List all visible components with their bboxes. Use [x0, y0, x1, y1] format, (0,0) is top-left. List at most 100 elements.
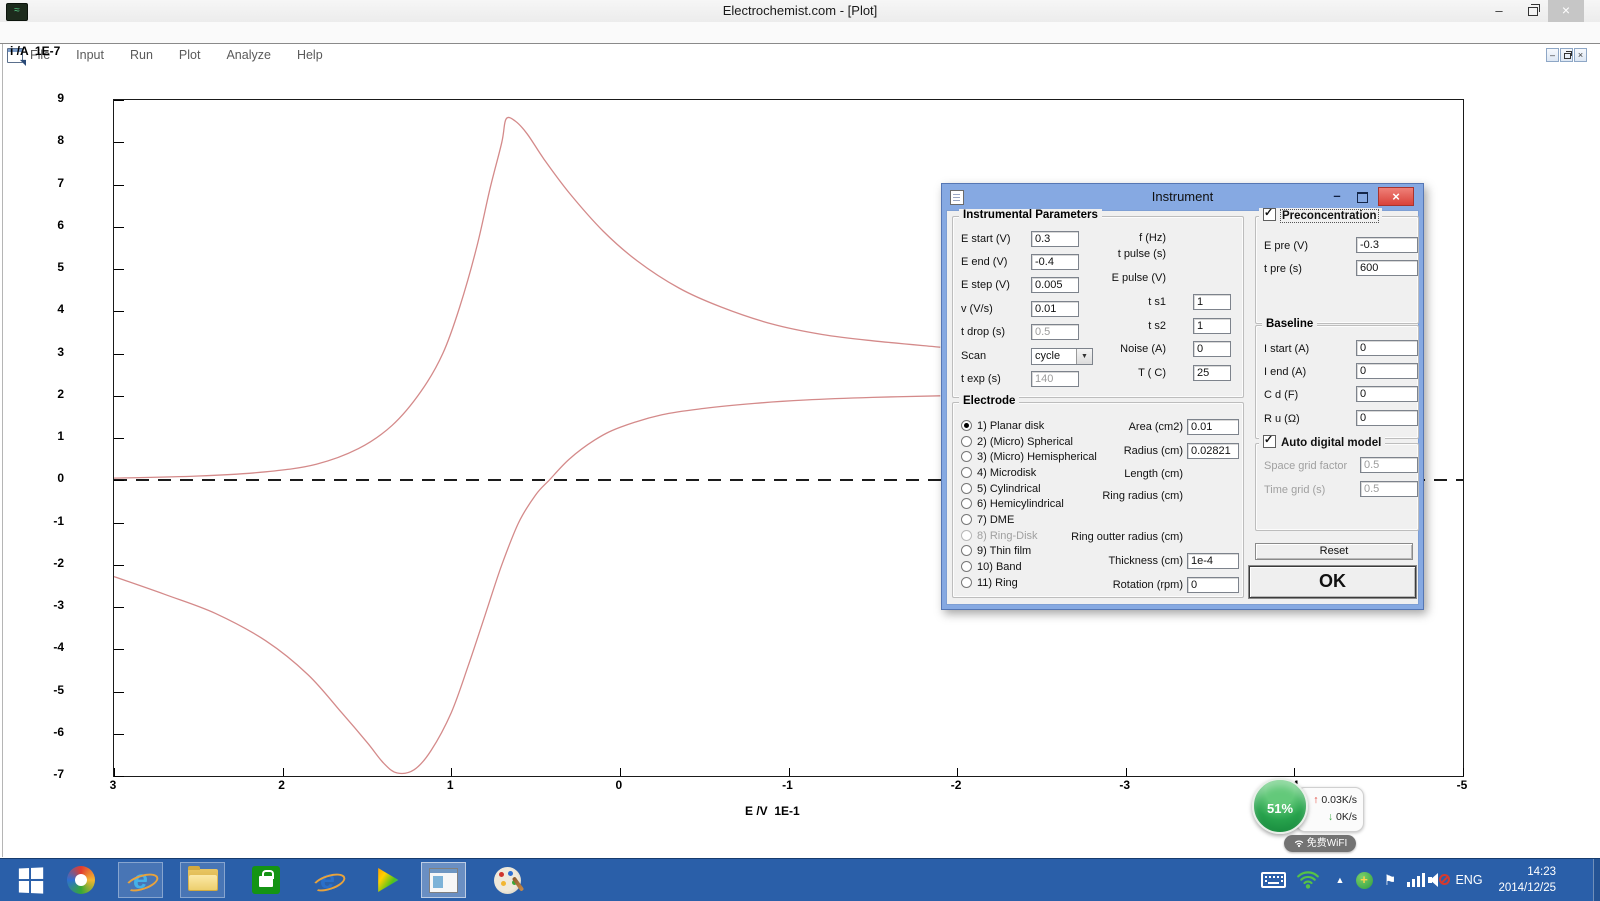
x-tick: [620, 768, 621, 776]
download-speed: 0K/s: [1336, 811, 1357, 823]
wifi-icon: [1293, 838, 1305, 848]
plot-app-window-icon: [429, 868, 458, 893]
label-R u (Ω): R u (Ω): [1264, 413, 1300, 425]
radio-electrode-2[interactable]: [961, 436, 972, 447]
show-desktop-button[interactable]: [1593, 859, 1600, 901]
taskbar-item-file-explorer[interactable]: [180, 862, 225, 898]
x-tick: [1463, 768, 1464, 776]
window-minimize-button[interactable]: –: [1484, 0, 1514, 22]
label-t s2: t s2: [1048, 320, 1166, 332]
mdi-restore-button[interactable]: [1560, 48, 1573, 62]
free-wifi-tag[interactable]: 免费WiFI: [1284, 835, 1356, 852]
auto-digital-checkbox[interactable]: [1263, 435, 1276, 448]
label-Area (cm2): Area (cm2): [993, 421, 1183, 433]
reset-button[interactable]: Reset: [1255, 543, 1413, 560]
input-C d (F)[interactable]: 0: [1356, 386, 1418, 402]
x-tick: [1294, 768, 1295, 776]
tray-volume[interactable]: [1424, 859, 1454, 901]
dialog-minimize-button[interactable]: –: [1326, 187, 1348, 206]
x-tick-label: 3: [96, 778, 130, 792]
input-t s2[interactable]: 1: [1193, 318, 1231, 334]
label-t drop (s): t drop (s): [961, 326, 1005, 338]
electrode-option-label: 7) DME: [977, 514, 1014, 526]
menu-item-run[interactable]: Run: [128, 48, 155, 65]
input-Area (cm2)[interactable]: 0.01: [1187, 419, 1239, 435]
taskbar-item-paint[interactable]: [485, 862, 530, 898]
y-tick-label: 1: [26, 429, 64, 443]
menu-item-analyze[interactable]: Analyze: [224, 48, 272, 65]
tray-touch-keyboard[interactable]: [1256, 859, 1290, 901]
dialog-maximize-button[interactable]: [1351, 187, 1373, 206]
input-Time grid (s)[interactable]: 0.5: [1360, 481, 1418, 497]
radio-electrode-9[interactable]: [961, 545, 972, 556]
y-tick: [114, 523, 124, 524]
net-speed-ball[interactable]: 51%: [1252, 778, 1308, 834]
tray-clock[interactable]: 14:232014/12/25: [1476, 864, 1556, 896]
input-E pre (V)[interactable]: -0.3: [1356, 237, 1418, 253]
taskbar-item-browser-swirl[interactable]: [58, 862, 103, 898]
windows-store-icon: [252, 866, 280, 894]
radio-electrode-7[interactable]: [961, 514, 972, 525]
y-tick-label: 6: [26, 218, 64, 232]
y-tick: [114, 185, 124, 186]
label-t pulse (s): t pulse (s): [1048, 248, 1166, 260]
menu-bar: FileInputRunPlotAnalyzeHelp – ×: [0, 22, 1600, 43]
x-tick: [789, 768, 790, 776]
y-tick-label: 8: [26, 133, 64, 147]
taskbar-item-plot-app[interactable]: [421, 862, 466, 898]
taskbar-item-windows-store[interactable]: [243, 862, 288, 898]
tray-hidden-icons[interactable]: ▲: [1330, 859, 1350, 901]
menu-item-plot[interactable]: Plot: [177, 48, 203, 65]
radio-electrode-6[interactable]: [961, 498, 972, 509]
input-R u (Ω)[interactable]: 0: [1356, 410, 1418, 426]
dialog-close-button[interactable]: ×: [1378, 187, 1414, 206]
menu-item-help[interactable]: Help: [295, 48, 325, 65]
input-I end (A)[interactable]: 0: [1356, 363, 1418, 379]
dialog-titlebar[interactable]: Instrument – ×: [942, 184, 1423, 210]
group-instrumental-parameters: Instrumental Parameters E start (V)0.3E …: [952, 216, 1244, 398]
taskbar-item-tencent-video[interactable]: [364, 862, 409, 898]
ok-button[interactable]: OK: [1249, 566, 1416, 598]
tray-wifi[interactable]: [1292, 859, 1324, 901]
input-Radius (cm)[interactable]: 0.02821: [1187, 443, 1239, 459]
label-Time grid (s): Time grid (s): [1264, 484, 1325, 496]
input-t pre (s)[interactable]: 600: [1356, 260, 1418, 276]
input-t s1[interactable]: 1: [1193, 294, 1231, 310]
input-Rotation (rpm)[interactable]: 0: [1187, 577, 1239, 593]
radio-electrode-10[interactable]: [961, 561, 972, 572]
radio-electrode-8[interactable]: [961, 530, 972, 541]
radio-electrode-5[interactable]: [961, 483, 972, 494]
label-Scan: Scan: [961, 350, 986, 362]
radio-electrode-11[interactable]: [961, 577, 972, 588]
radio-electrode-1[interactable]: [961, 420, 972, 431]
input-T ( C)[interactable]: 25: [1193, 365, 1231, 381]
volume-muted-icon: [1428, 871, 1450, 889]
menu-item-input[interactable]: Input: [74, 48, 106, 65]
tray-action-center[interactable]: ⚑: [1378, 859, 1402, 901]
input-Noise (A)[interactable]: 0: [1193, 341, 1231, 357]
download-arrow-icon: ↓: [1328, 811, 1333, 823]
radio-electrode-4[interactable]: [961, 467, 972, 478]
radio-electrode-3[interactable]: [961, 451, 972, 462]
input-I start (A)[interactable]: 0: [1356, 340, 1418, 356]
mdi-minimize-button[interactable]: –: [1546, 48, 1559, 62]
window-restore-button[interactable]: [1518, 0, 1548, 22]
window-close-button[interactable]: ×: [1548, 0, 1584, 22]
tencent-video-icon: [374, 867, 400, 893]
taskbar-item-internet-explorer[interactable]: e: [118, 862, 163, 898]
taskbar: e e ▲ + ⚑ ENG 14:232014/12/25: [0, 858, 1600, 901]
x-tick: [283, 768, 284, 776]
wifi-icon: [1296, 871, 1320, 889]
input-Thickness (cm)[interactable]: 1e-4: [1187, 553, 1239, 569]
tray-safety-app[interactable]: +: [1351, 859, 1377, 901]
start-button[interactable]: [8, 862, 53, 898]
taskbar-item-internet-explorer-2[interactable]: e: [305, 862, 350, 898]
y-tick-label: 5: [26, 260, 64, 274]
flag-icon: ⚑: [1384, 872, 1397, 889]
y-tick: [114, 565, 124, 566]
y-tick: [114, 776, 124, 777]
mdi-close-button[interactable]: ×: [1574, 48, 1587, 62]
label-t s1: t s1: [1048, 296, 1166, 308]
preconcentration-checkbox[interactable]: [1263, 208, 1276, 221]
input-Space grid factor[interactable]: 0.5: [1360, 457, 1418, 473]
